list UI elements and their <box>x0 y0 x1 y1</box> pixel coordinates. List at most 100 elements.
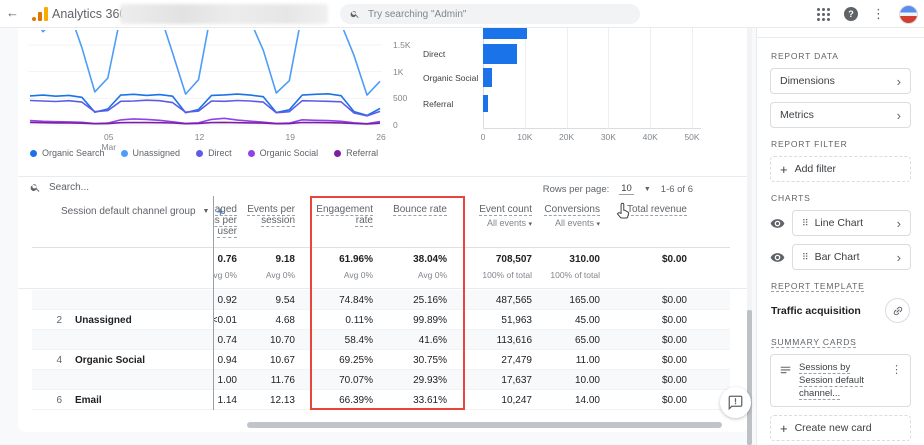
metric-filter-dropdown[interactable]: All events ▾ <box>510 218 600 230</box>
product-name: Analytics 360 <box>52 7 126 21</box>
bar-referral[interactable] <box>483 95 488 112</box>
cell-value: 11.00 <box>576 355 600 366</box>
totals-value: 38.04% <box>413 254 447 265</box>
y-axis-tick: 0 <box>393 120 419 130</box>
column-header-bounce-rate[interactable]: Bounce rate <box>357 204 447 215</box>
totals-value: 61.96% <box>339 254 373 265</box>
cell-value: 0.11% <box>345 315 373 326</box>
google-apps-icon[interactable] <box>817 8 830 21</box>
legend-item-unassigned[interactable]: Unassigned <box>121 148 181 158</box>
customize-report-panel: Customize report REPORT DATA Dimensions … <box>756 0 924 445</box>
more-options-icon[interactable]: ⋮ <box>872 6 885 22</box>
cell-value: 70.07% <box>339 375 373 386</box>
legend-item-organic-social[interactable]: Organic Social <box>248 148 319 158</box>
x-axis-tick: 12 <box>189 132 211 142</box>
column-header-conversions[interactable]: ConversionsAll events ▾ <box>510 204 600 230</box>
chevron-right-icon: › <box>897 251 901 264</box>
table-search-icon[interactable] <box>30 182 41 193</box>
cell-value: 33.61% <box>413 395 447 406</box>
legend-label: Organic Social <box>260 148 319 158</box>
help-icon[interactable]: ? <box>844 7 858 21</box>
plus-icon: + <box>780 422 788 435</box>
cell-value: 165.00 <box>569 295 600 306</box>
visibility-eye-icon[interactable] <box>770 250 785 265</box>
bar-organic-social[interactable] <box>483 68 492 87</box>
column-header-total-revenue[interactable]: Total revenue <box>597 204 687 215</box>
legend-label: Organic Search <box>42 148 105 158</box>
drag-handle-icon[interactable]: ⠿ <box>802 218 809 228</box>
cell-value: 45.00 <box>575 315 600 326</box>
drag-handle-icon[interactable]: ⠿ <box>802 252 809 262</box>
y-axis-tick: 500 <box>393 93 419 103</box>
section-label-summary-cards: SUMMARY CARDS <box>771 337 910 347</box>
metrics-label: Metrics <box>780 109 814 121</box>
account-name-redacted[interactable] <box>120 4 328 24</box>
cell-value: $0.00 <box>662 335 687 346</box>
chevron-down-icon[interactable]: ▼ <box>644 186 651 193</box>
legend-label: Unassigned <box>133 148 181 158</box>
totals-sub-label: Avg 0% <box>344 270 373 280</box>
legend-dot-icon <box>334 150 341 157</box>
cell-value: 12.13 <box>270 395 295 406</box>
avatar[interactable] <box>899 5 918 24</box>
chevron-right-icon: › <box>897 109 901 122</box>
legend-item-referral[interactable]: Referral <box>334 148 378 158</box>
line-chart-item[interactable]: ⠿Line Chart › <box>792 210 911 236</box>
totals-value: 708,507 <box>496 254 532 265</box>
cell-value: 10.00 <box>575 375 600 386</box>
chart-legend: Organic Search Unassigned Direct Organic So… <box>30 148 378 158</box>
metrics-button[interactable]: Metrics › <box>770 102 911 128</box>
cell-value: 41.6% <box>419 335 447 346</box>
unlink-template-button[interactable] <box>885 298 910 323</box>
cell-value: 17,637 <box>501 375 532 386</box>
chevron-down-icon[interactable]: ▼ <box>203 208 210 215</box>
cell-value: 29.93% <box>413 375 447 386</box>
cell-value: $0.00 <box>662 355 687 366</box>
legend-item-direct[interactable]: Direct <box>196 148 232 158</box>
bar-direct[interactable] <box>483 44 517 64</box>
create-new-card-button[interactable]: + Create new card <box>770 415 911 441</box>
legend-item-organic-search[interactable]: Organic Search <box>30 148 105 158</box>
bar-x-axis-tick: 20K <box>557 132 577 142</box>
cell-value: 487,565 <box>496 295 532 306</box>
global-search-input[interactable]: Try searching "Admin" <box>340 4 640 24</box>
feedback-button[interactable] <box>720 387 751 418</box>
column-resize-divider[interactable] <box>213 196 214 410</box>
bar-gridline <box>567 28 568 128</box>
bar-category-label: Direct <box>423 49 481 59</box>
template-name: Traffic acquisition <box>771 305 861 317</box>
bar-gridline <box>650 28 651 128</box>
dimension-column-header[interactable]: Session default channel group ▼ + <box>61 206 224 217</box>
add-filter-button[interactable]: + Add filter <box>770 156 911 182</box>
section-label-report-template: REPORT TEMPLATE <box>771 281 910 291</box>
horizontal-scrollbar[interactable] <box>247 422 722 428</box>
scrollbar-thumb[interactable] <box>747 310 752 445</box>
x-axis-tick: 26 <box>370 132 392 142</box>
cell-value: 10.70 <box>270 335 295 346</box>
divider <box>18 176 750 177</box>
visibility-eye-icon[interactable] <box>770 216 785 231</box>
bar-category-label: Referral <box>423 99 481 109</box>
section-label-report-filter: REPORT FILTER <box>771 139 910 149</box>
rows-per-page-select[interactable]: 10 <box>619 183 634 195</box>
bar-gridline <box>692 28 693 128</box>
cell-value: 51,963 <box>501 315 532 326</box>
dimensions-button[interactable]: Dimensions › <box>770 68 911 94</box>
legend-label: Direct <box>208 148 232 158</box>
chevron-right-icon: › <box>897 75 901 88</box>
table-search-input[interactable]: Search... <box>49 182 89 193</box>
more-options-icon[interactable]: ⋮ <box>889 361 904 378</box>
line-chart-label: Line Chart <box>815 217 863 229</box>
back-icon[interactable]: ← <box>6 5 19 20</box>
analytics-logo-icon[interactable] <box>32 7 48 21</box>
bar-clipped[interactable] <box>483 28 527 39</box>
cell-value: 66.39% <box>339 395 373 406</box>
summary-card-line2: Session default channel... <box>799 375 864 399</box>
metrics-scroll-pane[interactable]: Engagedsessions peruserEvents persession… <box>213 196 750 410</box>
summary-card-item[interactable]: Sessions by Session default channel... ⋮ <box>770 354 911 407</box>
bar-chart-item[interactable]: ⠿Bar Chart › <box>792 244 911 270</box>
report-card: 010K20K30K40K50KDirectOrganic SocialRefe… <box>18 28 750 432</box>
vertical-scrollbar[interactable] <box>747 28 752 445</box>
legend-dot-icon <box>196 150 203 157</box>
search-icon <box>350 9 360 19</box>
